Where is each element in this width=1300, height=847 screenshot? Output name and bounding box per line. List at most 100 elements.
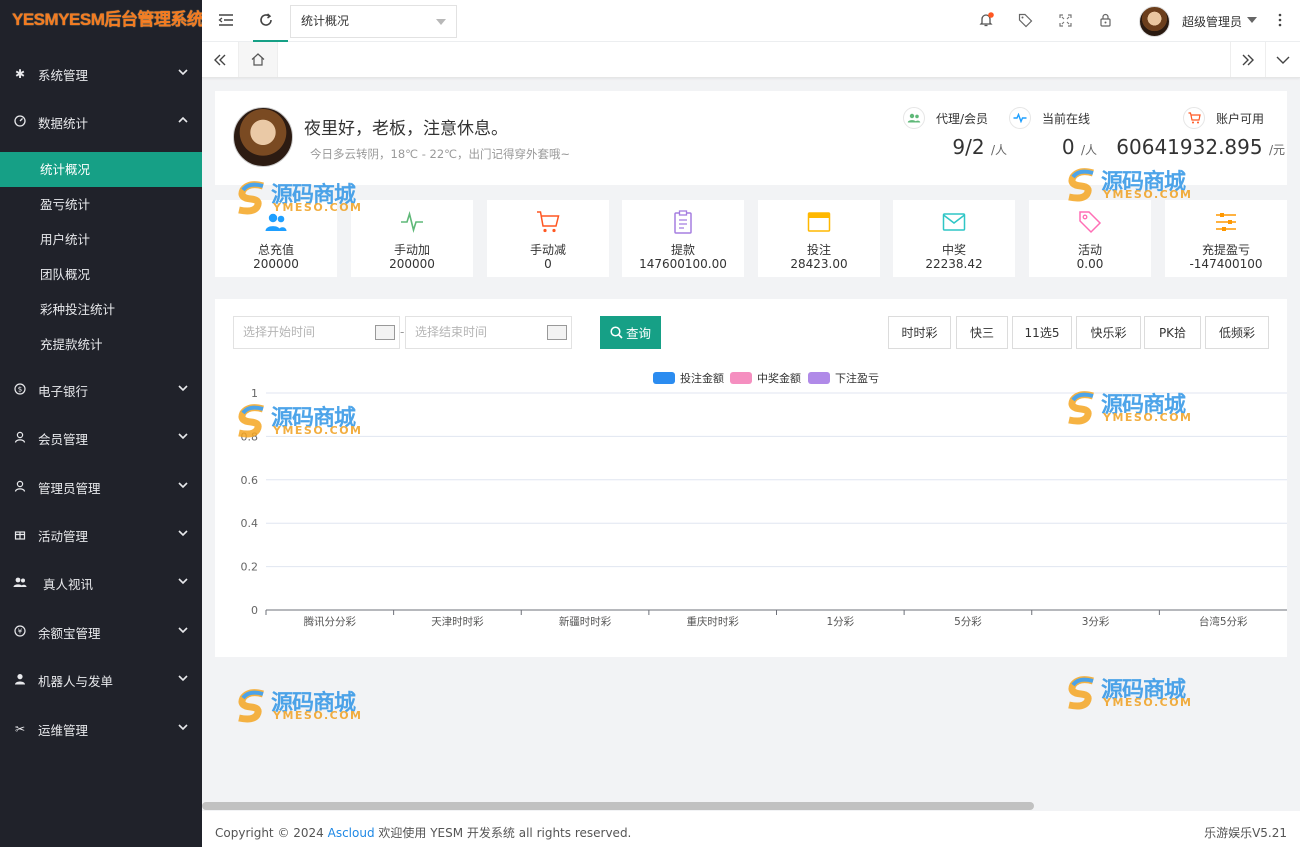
gift-icon bbox=[13, 528, 27, 543]
dashboard-icon bbox=[13, 114, 27, 130]
sidebar-subitem-lottery-bets[interactable]: 彩种投注统计 bbox=[0, 292, 202, 327]
watermark-logo-icon bbox=[238, 181, 264, 215]
sidebar-item-members[interactable]: 会员管理 bbox=[0, 418, 202, 458]
kpi-withdrawal: 提款 147600100.00 bbox=[622, 200, 744, 277]
watermark-sub: YMESO.COM bbox=[1103, 696, 1193, 709]
more-vertical-icon[interactable] bbox=[1270, 10, 1290, 30]
tabs-scroll-right-icon[interactable] bbox=[1230, 42, 1265, 77]
kpi-winning: 中奖 22238.42 bbox=[893, 200, 1015, 277]
weather-text: 今日多云转阴，18℃ - 22℃，出门记得穿外套哦~ bbox=[310, 147, 571, 161]
chart-card: 选择开始时间 - 选择结束时间 查询 时时彩 快三 11选5 快乐彩 PK拾 低… bbox=[215, 299, 1287, 657]
tab-home[interactable] bbox=[238, 42, 278, 77]
start-date-input[interactable]: 选择开始时间 bbox=[233, 316, 400, 349]
dollar-icon: $ bbox=[13, 382, 27, 398]
sidebar-item-robots[interactable]: 机器人与发单 bbox=[0, 660, 202, 700]
kpi-label: 充提盈亏 bbox=[1201, 243, 1250, 257]
avatar[interactable] bbox=[1139, 6, 1170, 37]
home-icon bbox=[251, 53, 265, 66]
sidebar-subitem-team-overview[interactable]: 团队概况 bbox=[0, 257, 202, 292]
legend-swatch bbox=[730, 372, 752, 384]
sidebar-item-yuebao[interactable]: ¥ 余额宝管理 bbox=[0, 612, 202, 652]
page-select[interactable]: 统计概况 bbox=[290, 5, 457, 38]
app-logo[interactable]: YESMYESM后台管理系统 bbox=[0, 0, 204, 42]
chevron-down-icon bbox=[178, 675, 188, 682]
lottery-type-button[interactable]: 时时彩 bbox=[888, 316, 951, 349]
lock-icon[interactable] bbox=[1095, 10, 1115, 30]
footer-link[interactable]: Ascloud bbox=[328, 826, 375, 840]
y-tick-label: 0 bbox=[251, 604, 258, 617]
sidebar-item-ops[interactable]: ✂ 运维管理 bbox=[0, 709, 202, 749]
x-tick-label: 重庆时时彩 bbox=[686, 615, 739, 628]
stat-label: 账户可用 bbox=[1216, 112, 1265, 126]
lottery-type-button[interactable]: 低频彩 bbox=[1205, 316, 1269, 349]
kpi-value: 200000 bbox=[253, 257, 299, 271]
menu-toggle-icon[interactable] bbox=[216, 10, 236, 30]
watermark: 源码商城 YMESO.COM bbox=[1065, 390, 1197, 430]
top-header: 统计概况 超级管理员 bbox=[202, 0, 1300, 42]
member-icon bbox=[13, 431, 27, 446]
kpi-value: 28423.00 bbox=[790, 257, 848, 271]
notification-icon[interactable] bbox=[976, 10, 996, 30]
kpi-manual-subtract: 手动减 0 bbox=[487, 200, 609, 277]
lottery-type-button[interactable]: 11选5 bbox=[1012, 316, 1072, 349]
tag-icon[interactable] bbox=[1015, 10, 1035, 30]
sidebar-item-live-video[interactable]: 真人视讯 bbox=[0, 563, 202, 603]
sidebar-subitem-user-stats[interactable]: 用户统计 bbox=[0, 222, 202, 257]
gear-icon: ✱ bbox=[14, 67, 26, 81]
sidebar-item-system[interactable]: ✱ 系统管理 bbox=[0, 54, 202, 94]
lottery-type-button[interactable]: 快乐彩 bbox=[1076, 316, 1141, 349]
kpi-label: 提款 bbox=[670, 243, 695, 257]
members-icon bbox=[903, 107, 925, 129]
stat-value: 9/2 /人 bbox=[902, 135, 1007, 159]
end-date-input[interactable]: 选择结束时间 bbox=[405, 316, 572, 349]
sidebar-item-ebank[interactable]: $ 电子银行 bbox=[0, 370, 202, 410]
kpi-value: 147600100.00 bbox=[639, 257, 727, 271]
calendar-icon[interactable] bbox=[375, 325, 395, 340]
svg-text:$: $ bbox=[18, 385, 22, 393]
tabs-scroll-left-icon[interactable] bbox=[202, 42, 237, 77]
user-name[interactable]: 超级管理员 bbox=[1182, 13, 1242, 30]
tabs-menu-chevron-icon[interactable] bbox=[1265, 42, 1300, 77]
fullscreen-icon[interactable] bbox=[1055, 10, 1075, 30]
caret-down-icon[interactable] bbox=[1247, 17, 1257, 23]
sidebar-item-label: 运维管理 bbox=[38, 722, 89, 738]
copyright: Copyright © 2024 Ascloud 欢迎使用 YESM 开发系统 … bbox=[215, 824, 631, 841]
sidebar-item-activities[interactable]: 活动管理 bbox=[0, 515, 202, 555]
chevron-down-icon bbox=[178, 482, 188, 489]
lottery-type-button[interactable]: 快三 bbox=[956, 316, 1008, 349]
sidebar-item-label: 机器人与发单 bbox=[38, 673, 114, 689]
kpi-bet: 投注 28423.00 bbox=[758, 200, 880, 277]
chart-legend-item[interactable]: 中奖金额 bbox=[730, 370, 801, 386]
watermark-logo-icon bbox=[1068, 676, 1094, 710]
refresh-icon[interactable] bbox=[256, 10, 276, 30]
stat-unit: /元 bbox=[1268, 143, 1285, 157]
kpi-value: 0 bbox=[544, 257, 552, 271]
y-tick-label: 0.6 bbox=[241, 474, 259, 487]
query-button[interactable]: 查询 bbox=[600, 316, 661, 349]
lottery-type-button[interactable]: PK拾 bbox=[1144, 316, 1201, 349]
kpi-value: -147400100 bbox=[1189, 257, 1263, 271]
pulse-icon bbox=[401, 211, 423, 233]
watermark-sub: YMESO.COM bbox=[1103, 411, 1193, 424]
stat-value: 0 /人 bbox=[997, 135, 1097, 159]
clipboard-icon bbox=[674, 210, 692, 234]
watermark-sub: YMESO.COM bbox=[273, 201, 363, 214]
chart-legend-item[interactable]: 下注盈亏 bbox=[808, 370, 879, 386]
watermark-sub: YMESO.COM bbox=[1103, 188, 1193, 201]
chevron-up-icon bbox=[178, 116, 188, 123]
kpi-value: 22238.42 bbox=[925, 257, 983, 271]
sidebar: YESMYESM后台管理系统 ✱ 系统管理 数据统计 统计概况 盈亏统计 用户统… bbox=[0, 0, 204, 847]
x-tick-label: 天津时时彩 bbox=[431, 616, 484, 628]
y-tick-label: 1 bbox=[251, 387, 258, 400]
horizontal-scrollbar[interactable] bbox=[202, 802, 1034, 810]
sidebar-subitem-profit-loss[interactable]: 盈亏统计 bbox=[0, 187, 202, 222]
sidebar-item-data-stats[interactable]: 数据统计 bbox=[0, 102, 202, 142]
yen-icon: ¥ bbox=[13, 624, 27, 640]
sidebar-subitem-deposit-withdraw[interactable]: 充提款统计 bbox=[0, 327, 202, 362]
sidebar-item-admins[interactable]: 管理员管理 bbox=[0, 467, 202, 507]
chart-legend-item[interactable]: 投注金额 bbox=[653, 370, 724, 386]
calendar-icon[interactable] bbox=[547, 325, 567, 340]
sidebar-subitem-overview[interactable]: 统计概况 bbox=[0, 152, 202, 187]
person-icon bbox=[13, 673, 27, 688]
sidebar-item-label: 会员管理 bbox=[38, 431, 89, 447]
